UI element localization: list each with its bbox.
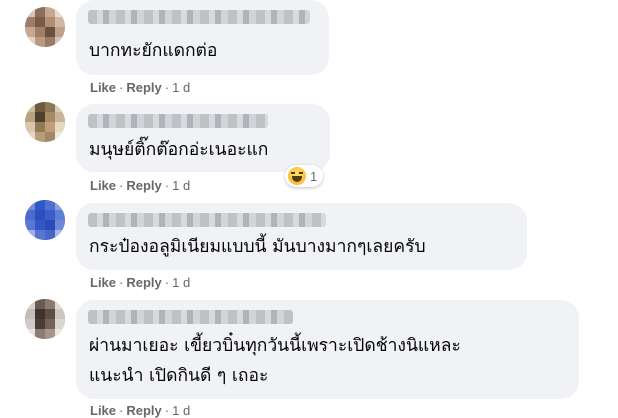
timestamp[interactable]: 1 d: [172, 178, 190, 193]
comment-actions: Like · Reply · 1 d: [90, 403, 190, 418]
timestamp[interactable]: 1 d: [172, 80, 190, 95]
separator: ·: [164, 178, 170, 193]
like-link[interactable]: Like: [90, 275, 116, 290]
like-link[interactable]: Like: [90, 178, 116, 193]
comment-text: แนะนำ เปิดกินดี ๆ เถอะ: [89, 366, 269, 386]
separator: ·: [164, 80, 170, 95]
haha-emoji-icon: [288, 167, 306, 185]
commenter-name[interactable]: [88, 10, 310, 24]
comment-text: บากทะยักแดกต่อ: [89, 41, 218, 61]
like-link[interactable]: Like: [90, 403, 116, 418]
like-link[interactable]: Like: [90, 80, 116, 95]
comment-actions: Like · Reply · 1 d: [90, 80, 190, 95]
separator: ·: [119, 403, 124, 418]
comment-actions: Like · Reply · 1 d: [90, 275, 190, 290]
avatar[interactable]: [25, 200, 65, 240]
reply-link[interactable]: Reply: [126, 403, 161, 418]
avatar[interactable]: [25, 299, 65, 339]
separator: ·: [164, 275, 170, 290]
comment-text: ผ่านมาเยอะ เขี้ยวบิ๋นทุกวันนี้เพราะเปิดช…: [89, 336, 461, 356]
comment-bubble: กระป๋องอลูมิเนียมแบบนี้ มันบางมากๆเลยครั…: [76, 203, 527, 270]
commenter-name[interactable]: [88, 114, 268, 128]
timestamp[interactable]: 1 d: [172, 403, 190, 418]
comment-bubble: บากทะยักแดกต่อ: [76, 0, 329, 75]
avatar[interactable]: [25, 102, 65, 142]
comment-bubble: ผ่านมาเยอะ เขี้ยวบิ๋นทุกวันนี้เพราะเปิดช…: [76, 300, 579, 399]
reaction-summary[interactable]: 1: [285, 165, 324, 187]
comment-bubble: มนุษย์ติ๊กต๊อกอ่ะเนอะแก: [76, 104, 330, 172]
timestamp[interactable]: 1 d: [172, 275, 190, 290]
separator: ·: [164, 403, 170, 418]
comment-text: กระป๋องอลูมิเนียมแบบนี้ มันบางมากๆเลยครั…: [89, 237, 426, 257]
separator: ·: [119, 178, 124, 193]
commenter-name[interactable]: [88, 310, 293, 324]
comment-actions: Like · Reply · 1 d: [90, 178, 190, 193]
avatar[interactable]: [25, 7, 65, 47]
comment-text: มนุษย์ติ๊กต๊อกอ่ะเนอะแก: [89, 140, 269, 160]
reaction-count: 1: [310, 168, 318, 184]
separator: ·: [119, 275, 124, 290]
reply-link[interactable]: Reply: [126, 178, 161, 193]
separator: ·: [119, 80, 124, 95]
commenter-name[interactable]: [88, 213, 326, 227]
reply-link[interactable]: Reply: [126, 80, 161, 95]
reply-link[interactable]: Reply: [126, 275, 161, 290]
